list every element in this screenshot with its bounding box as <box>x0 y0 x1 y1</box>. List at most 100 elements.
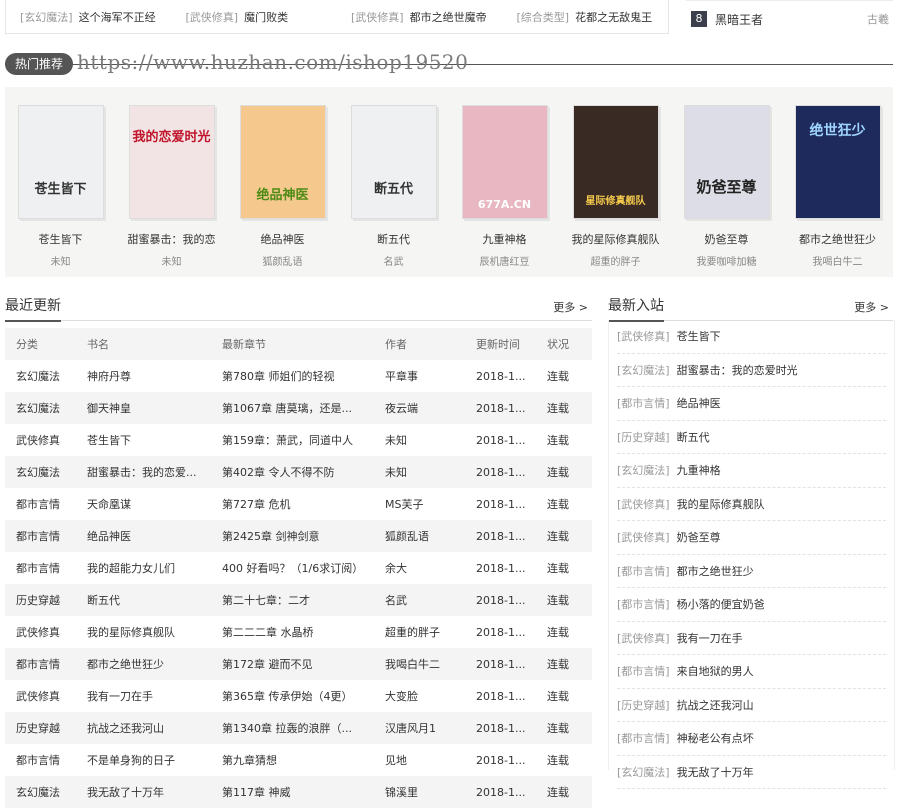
row-latest-chapter[interactable]: 第1340章 拉轰的浪胖（... <box>211 712 374 744</box>
list-item-title[interactable]: 苍生皆下 <box>677 328 721 344</box>
row-latest-chapter[interactable]: 第二十七章：二才 <box>211 584 374 616</box>
list-item-title[interactable]: 都市之绝世狂少 <box>677 563 754 579</box>
row-author: 汉唐风月1 <box>374 712 465 744</box>
list-item-category: [历史穿越] <box>617 430 670 444</box>
book-cover[interactable]: 677A.CN <box>461 105 548 219</box>
row-latest-chapter[interactable]: 第九章猜想 <box>211 744 374 776</box>
row-book-title[interactable]: 苍生皆下 <box>76 424 211 456</box>
top-strip-item[interactable]: [武侠修真] 都市之绝世魔帝 <box>337 9 503 25</box>
list-item[interactable]: [武侠修真] 我的星际修真舰队 <box>617 488 886 521</box>
list-item[interactable]: [都市言情] 都市之绝世狂少 <box>617 555 886 588</box>
list-item-title[interactable]: 我无敌了十万年 <box>677 764 754 780</box>
rank-title[interactable]: 黑暗王者 <box>715 11 867 28</box>
table-row: 都市言情 绝品神医 第2425章 剑神剑意 狐颜乱语 2018-1... 连载 <box>5 520 592 552</box>
row-latest-chapter[interactable]: 第365章 传承伊始（4更） <box>211 680 374 712</box>
column-header: 更新时间 <box>465 328 536 360</box>
row-latest-chapter[interactable]: 第402章 令人不得不防 <box>211 456 374 488</box>
book-cover[interactable]: 绝品神医 <box>239 105 326 219</box>
rank-author: 古羲 <box>867 13 889 26</box>
row-book-title[interactable]: 我的星际修真舰队 <box>76 616 211 648</box>
row-category: 都市言情 <box>16 754 60 767</box>
row-update-time: 2018-1... <box>465 648 536 680</box>
row-book-title[interactable]: 御天神皇 <box>76 392 211 424</box>
hot-books-panel: 苍生皆下 苍生皆下 未知 我的恋爱时光 甜蜜暴击：我的恋 未知 绝品神医 绝品神… <box>5 87 893 277</box>
row-latest-chapter[interactable]: 第172章 避而不见 <box>211 648 374 680</box>
list-item[interactable]: [都市言情] 神秘老公有点坏 <box>617 722 886 756</box>
list-item-title[interactable]: 断五代 <box>677 429 710 445</box>
hot-book[interactable]: 我的恋爱时光 甜蜜暴击：我的恋 未知 <box>116 105 227 268</box>
row-category: 玄幻魔法 <box>5 456 76 488</box>
list-item-title[interactable]: 我有一刀在手 <box>677 630 743 646</box>
row-latest-chapter[interactable]: 第117章 神威 <box>211 776 374 808</box>
list-item-title[interactable]: 抗战之还我河山 <box>677 697 754 713</box>
list-item[interactable]: [玄幻魔法] 九重神格 <box>617 454 886 488</box>
list-item[interactable]: [玄幻魔法] 我无敌了十万年 <box>617 756 886 789</box>
list-item[interactable]: [历史穿越] 抗战之还我河山 <box>617 689 886 722</box>
row-latest-chapter[interactable]: 第727章 危机 <box>211 488 374 520</box>
list-item-category: [武侠修真] <box>617 631 670 645</box>
hot-book[interactable]: 苍生皆下 苍生皆下 未知 <box>5 105 116 268</box>
column-header: 最新章节 <box>211 328 374 360</box>
top-strip-item[interactable]: [综合类型] 花都之无敌鬼王 <box>503 9 669 25</box>
row-latest-chapter[interactable]: 400 好看吗？（1/6求订阅） <box>211 552 374 584</box>
hot-book[interactable]: 断五代 断五代 名武 <box>338 105 449 268</box>
list-item-title[interactable]: 奶爸至尊 <box>677 529 721 545</box>
list-item[interactable]: [武侠修真] 我有一刀在手 <box>617 622 886 655</box>
list-item-title[interactable]: 甜蜜暴击：我的恋爱时光 <box>677 362 798 378</box>
row-book-title[interactable]: 我无敌了十万年 <box>76 776 211 808</box>
list-item[interactable]: [历史穿越] 断五代 <box>617 421 886 454</box>
list-item[interactable]: [都市言情] 来自地狱的男人 <box>617 655 886 689</box>
row-latest-chapter[interactable]: 第159章：萧武，同道中人 <box>211 424 374 456</box>
column-header: 作者 <box>374 328 465 360</box>
book-cover[interactable]: 苍生皆下 <box>17 105 104 219</box>
book-cover[interactable]: 星际修真舰队 <box>572 105 659 219</box>
more-link[interactable]: 更多 > <box>553 299 588 315</box>
row-book-title[interactable]: 天命凰谋 <box>76 488 211 520</box>
hot-book[interactable]: 奶爸至尊 奶爸至尊 我要咖啡加糖 <box>671 105 782 268</box>
list-item[interactable]: [武侠修真] 苍生皆下 <box>617 320 886 354</box>
hot-book[interactable]: 绝品神医 绝品神医 狐颜乱语 <box>227 105 338 268</box>
list-item-title[interactable]: 杨小落的便宜奶爸 <box>677 596 765 612</box>
rank-badge: 8 <box>691 11 707 27</box>
row-book-title[interactable]: 我有一刀在手 <box>76 680 211 712</box>
list-item-title[interactable]: 神秘老公有点坏 <box>677 730 754 746</box>
table-row: 玄幻魔法 我无敌了十万年 第117章 神威 锦溪里 2018-1... 连载 <box>5 776 592 808</box>
hot-book[interactable]: 绝世狂少 都市之绝世狂少 我喝白牛二 <box>782 105 893 268</box>
list-item-title[interactable]: 来自地狱的男人 <box>677 663 754 679</box>
row-book-title[interactable]: 都市之绝世狂少 <box>76 648 211 680</box>
rank-list-item[interactable]: 8 黑暗王者 古羲 <box>686 0 893 37</box>
top-strip-item[interactable]: [玄幻魔法] 这个海军不正经 <box>6 9 172 25</box>
book-cover[interactable]: 我的恋爱时光 <box>128 105 215 219</box>
row-book-title[interactable]: 神府丹尊 <box>76 360 211 392</box>
row-book-title[interactable]: 抗战之还我河山 <box>76 712 211 744</box>
hot-book[interactable]: 星际修真舰队 我的星际修真舰队 超重的胖子 <box>560 105 671 268</box>
list-item[interactable]: [都市言情] 杨小落的便宜奶爸 <box>617 588 886 622</box>
row-book-title[interactable]: 甜蜜暴击：我的恋爱... <box>76 456 211 488</box>
top-strip-item[interactable]: [武侠修真] 魔门败类 <box>172 9 338 25</box>
book-cover[interactable]: 断五代 <box>350 105 437 219</box>
list-item-title[interactable]: 我的星际修真舰队 <box>677 496 765 512</box>
list-item[interactable]: [武侠修真] 奶爸至尊 <box>617 521 886 555</box>
row-author: 名武 <box>374 584 465 616</box>
row-status: 连载 <box>547 498 569 511</box>
row-latest-chapter[interactable]: 第1067章 唐莫璃，还是... <box>211 392 374 424</box>
list-item-title[interactable]: 九重神格 <box>677 462 721 478</box>
hot-book[interactable]: 677A.CN 九重神格 辰机唐红豆 <box>449 105 560 268</box>
row-book-title[interactable]: 绝品神医 <box>76 520 211 552</box>
list-item[interactable]: [玄幻魔法] 甜蜜暴击：我的恋爱时光 <box>617 354 886 387</box>
row-latest-chapter[interactable]: 第780章 师姐们的轻视 <box>211 360 374 392</box>
table-row: 武侠修真 苍生皆下 第159章：萧武，同道中人 未知 2018-1... 连载 <box>5 424 592 456</box>
book-cover[interactable]: 绝世狂少 <box>794 105 881 219</box>
row-latest-chapter[interactable]: 第2425章 剑神剑意 <box>211 520 374 552</box>
row-category: 都市言情 <box>5 648 76 680</box>
more-link[interactable]: 更多 > <box>854 299 889 315</box>
row-status: 连载 <box>547 690 569 703</box>
row-latest-chapter[interactable]: 第二二二章 水晶桥 <box>211 616 374 648</box>
list-item-title[interactable]: 绝品神医 <box>677 395 721 411</box>
list-item[interactable]: [都市言情] 绝品神医 <box>617 387 886 421</box>
row-status: 连载 <box>536 648 592 680</box>
book-cover[interactable]: 奶爸至尊 <box>683 105 770 219</box>
row-book-title[interactable]: 我的超能力女儿们 <box>76 552 211 584</box>
row-book-title[interactable]: 不是单身狗的日子 <box>76 744 211 776</box>
row-book-title[interactable]: 断五代 <box>76 584 211 616</box>
